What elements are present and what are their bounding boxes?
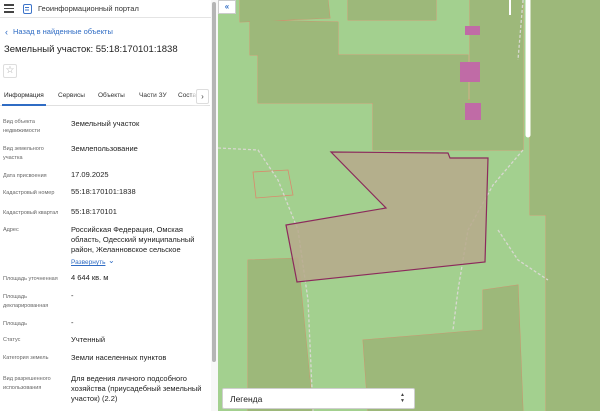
tab-objects[interactable]: Объекты <box>98 92 125 99</box>
property-value: 55:18:170101 <box>71 207 117 216</box>
tab-bar: Информация Сервисы Объекты Части ЗУ Сост… <box>0 86 210 106</box>
back-label: Назад в найденные объекты <box>13 27 113 36</box>
property-label: Площадь <box>3 321 27 327</box>
expand-address-link[interactable]: Развернуть <box>71 259 105 266</box>
legend-dropdown[interactable]: Легенда ▲ ▼ <box>222 388 415 409</box>
header-bar: Геоинформационный портал <box>0 0 212 18</box>
property-label: Вид объекта недвижимости <box>3 119 41 134</box>
updown-arrows-icon: ▲ ▼ <box>400 392 405 404</box>
property-label: Вид земельного участка <box>3 146 44 161</box>
portal-title: Геоинформационный портал <box>38 4 139 13</box>
menu-icon[interactable] <box>4 4 14 13</box>
tabs-scroll-right-button[interactable]: › <box>196 89 209 104</box>
property-label: Категория земель <box>3 355 49 361</box>
selected-parcel[interactable] <box>285 151 489 283</box>
property-label: Адрес <box>3 227 19 233</box>
chevron-down-icon[interactable]: ⌄ <box>108 256 115 265</box>
tab-services[interactable]: Сервисы <box>58 92 85 99</box>
legend-label: Легенда <box>230 394 263 404</box>
property-value: 55:18:170101:1838 <box>71 187 136 196</box>
property-value: Для ведения личного подсобного хозяйства… <box>71 374 202 403</box>
info-panel: Геоинформационный портал ‹ Назад в найде… <box>0 0 218 411</box>
property-value: Учтенный <box>71 335 106 344</box>
property-label: Кадастровый квартал <box>3 210 59 216</box>
property-label: Кадастровый номер <box>3 190 55 196</box>
active-tab-indicator <box>2 104 46 106</box>
property-label: Статус <box>3 337 21 343</box>
panel-scrollbar-thumb[interactable] <box>212 2 216 362</box>
object-title: Земельный участок: 55:18:170101:1838 <box>4 44 178 55</box>
tab-parts[interactable]: Части ЗУ <box>139 92 167 99</box>
map-canvas[interactable] <box>218 0 600 411</box>
property-label: Дата присвоения <box>3 173 47 179</box>
property-label: Площадь декларированная <box>3 294 49 309</box>
collapse-panel-button[interactable]: « <box>218 0 236 14</box>
chevron-left-icon: ‹ <box>5 26 8 37</box>
property-value: 4 644 кв. м <box>71 273 109 282</box>
property-value: - <box>71 318 74 327</box>
property-value: Землепользование <box>71 144 138 153</box>
property-label: Вид разрешенного использования <box>3 376 51 391</box>
property-value: 17.09.2025 <box>71 170 109 179</box>
tab-info[interactable]: Информация <box>4 92 44 99</box>
portal-logo-icon <box>23 3 32 14</box>
favorite-star-icon[interactable]: ☆ <box>3 64 17 78</box>
property-value: Земли населенных пунктов <box>71 353 167 362</box>
property-value: Земельный участок <box>71 119 140 128</box>
map-view[interactable] <box>218 0 600 411</box>
tab-composition[interactable]: Соста <box>178 92 196 99</box>
back-to-results-link[interactable]: ‹ Назад в найденные объекты <box>5 27 113 36</box>
property-value: Российская Федерация, Омская область, Од… <box>71 225 195 254</box>
property-value: - <box>71 291 74 300</box>
property-label: Площадь уточненная <box>3 276 58 282</box>
